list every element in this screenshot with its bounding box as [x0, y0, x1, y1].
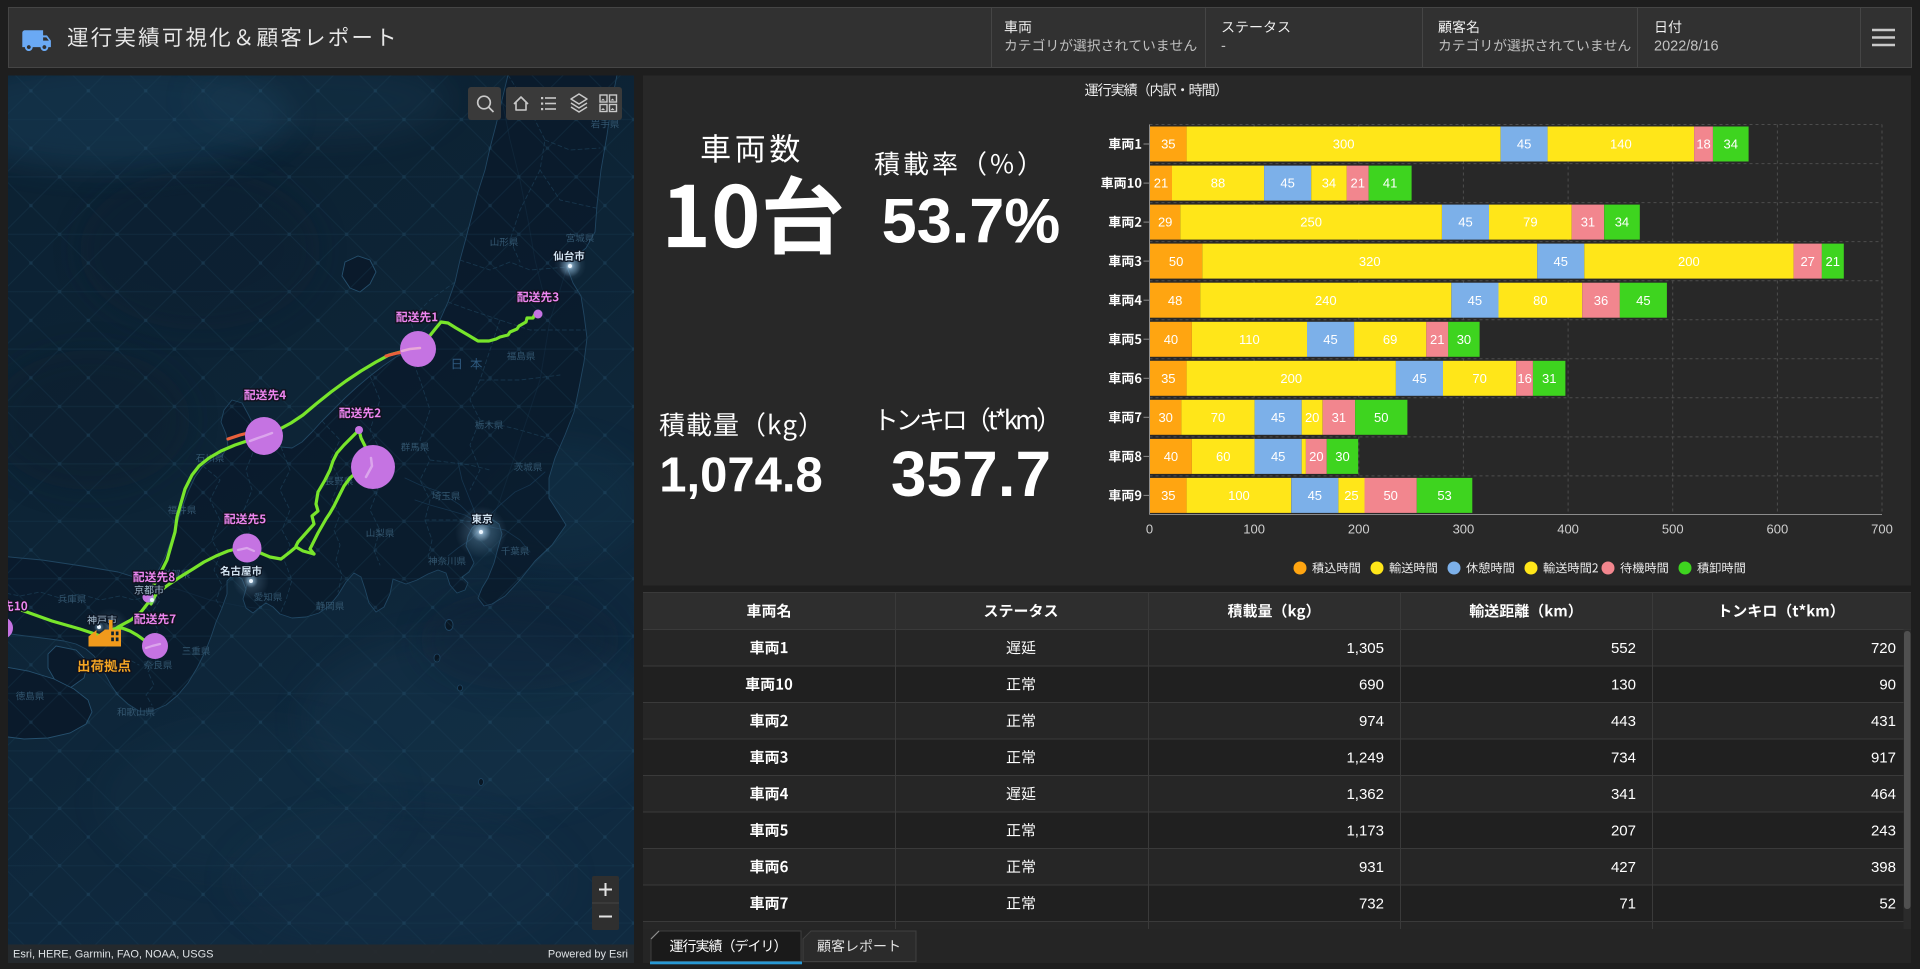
svg-text:240: 240 [1315, 293, 1337, 308]
svg-text:40: 40 [1164, 332, 1178, 347]
svg-text:100: 100 [1228, 488, 1250, 503]
svg-text:931: 931 [1359, 859, 1384, 876]
svg-text:20: 20 [1309, 449, 1323, 464]
svg-text:21: 21 [1154, 176, 1168, 191]
svg-text:69: 69 [1383, 332, 1397, 347]
svg-text:45: 45 [1271, 410, 1285, 425]
svg-text:30: 30 [1158, 410, 1172, 425]
svg-text:70: 70 [1211, 410, 1225, 425]
svg-text:27: 27 [1800, 254, 1814, 269]
svg-text:200: 200 [1280, 371, 1302, 386]
svg-text:207: 207 [1611, 823, 1636, 840]
svg-text:45: 45 [1468, 293, 1482, 308]
svg-text:0: 0 [1146, 522, 1153, 537]
svg-text:21: 21 [1826, 254, 1840, 269]
svg-text:398: 398 [1871, 859, 1896, 876]
svg-text:2022/8/16: 2022/8/16 [1654, 39, 1719, 55]
svg-text:48: 48 [1168, 293, 1182, 308]
svg-text:36: 36 [1594, 293, 1608, 308]
svg-text:50: 50 [1383, 488, 1397, 503]
svg-text:35: 35 [1161, 488, 1175, 503]
svg-text:31: 31 [1542, 371, 1556, 386]
svg-text:45: 45 [1280, 176, 1294, 191]
svg-text:250: 250 [1300, 215, 1322, 230]
svg-text:1,074.8: 1,074.8 [659, 449, 823, 503]
svg-text:1,305: 1,305 [1346, 640, 1384, 657]
svg-text:30: 30 [1457, 332, 1471, 347]
svg-text:60: 60 [1216, 449, 1230, 464]
svg-text:16: 16 [1517, 371, 1531, 386]
svg-text:690: 690 [1359, 677, 1384, 694]
svg-text:53: 53 [1437, 488, 1451, 503]
svg-text:974: 974 [1359, 713, 1384, 730]
svg-text:-: - [1221, 39, 1226, 55]
svg-text:243: 243 [1871, 823, 1896, 840]
svg-text:732: 732 [1359, 896, 1384, 913]
svg-text:200: 200 [1678, 254, 1700, 269]
svg-text:Powered by Esri: Powered by Esri [548, 949, 628, 961]
svg-text:400: 400 [1557, 522, 1579, 537]
svg-text:34: 34 [1322, 176, 1336, 191]
svg-text:79: 79 [1523, 215, 1537, 230]
svg-text:50: 50 [1169, 254, 1183, 269]
svg-text:130: 130 [1611, 677, 1636, 694]
svg-text:341: 341 [1611, 786, 1636, 803]
svg-text:500: 500 [1662, 522, 1684, 537]
svg-text:45: 45 [1458, 215, 1472, 230]
svg-text:431: 431 [1871, 713, 1896, 730]
svg-text:300: 300 [1453, 522, 1475, 537]
svg-text:734: 734 [1611, 750, 1636, 767]
svg-text:720: 720 [1871, 640, 1896, 657]
svg-text:200: 200 [1348, 522, 1370, 537]
svg-text:20: 20 [1305, 410, 1319, 425]
svg-text:21: 21 [1350, 176, 1364, 191]
svg-text:100: 100 [1243, 522, 1265, 537]
svg-text:45: 45 [1271, 449, 1285, 464]
svg-text:1,249: 1,249 [1346, 750, 1384, 767]
svg-text:45: 45 [1323, 332, 1337, 347]
svg-text:34: 34 [1724, 137, 1738, 152]
svg-text:25: 25 [1344, 488, 1358, 503]
svg-text:52: 52 [1879, 896, 1896, 913]
svg-text:552: 552 [1611, 640, 1636, 657]
svg-text:443: 443 [1611, 713, 1636, 730]
svg-text:53.7%: 53.7% [882, 187, 1061, 257]
svg-text:917: 917 [1871, 750, 1896, 767]
svg-text:1,173: 1,173 [1346, 823, 1384, 840]
svg-text:110: 110 [1239, 332, 1260, 347]
svg-text:45: 45 [1412, 371, 1426, 386]
svg-text:71: 71 [1619, 896, 1636, 913]
svg-text:464: 464 [1871, 786, 1896, 803]
svg-text:300: 300 [1333, 137, 1355, 152]
svg-text:427: 427 [1611, 859, 1636, 876]
svg-text:600: 600 [1767, 522, 1789, 537]
svg-text:34: 34 [1615, 215, 1629, 230]
svg-text:700: 700 [1871, 522, 1893, 537]
svg-text:45: 45 [1308, 488, 1322, 503]
svg-text:1,362: 1,362 [1346, 786, 1384, 803]
svg-text:357.7: 357.7 [891, 438, 1051, 510]
svg-text:29: 29 [1158, 215, 1172, 230]
svg-text:18: 18 [1696, 137, 1710, 152]
svg-text:40: 40 [1164, 449, 1178, 464]
svg-text:88: 88 [1211, 176, 1225, 191]
svg-text:50: 50 [1374, 410, 1388, 425]
svg-text:320: 320 [1359, 254, 1381, 269]
svg-text:31: 31 [1581, 215, 1595, 230]
svg-text:70: 70 [1472, 371, 1486, 386]
svg-text:45: 45 [1517, 137, 1531, 152]
svg-text:80: 80 [1533, 293, 1547, 308]
svg-text:Esri, HERE, Garmin, FAO, NOAA,: Esri, HERE, Garmin, FAO, NOAA, USGS [13, 949, 213, 961]
svg-text:30: 30 [1335, 449, 1349, 464]
svg-text:31: 31 [1332, 410, 1346, 425]
svg-text:35: 35 [1161, 137, 1175, 152]
svg-text:35: 35 [1161, 371, 1175, 386]
svg-text:90: 90 [1879, 677, 1896, 694]
svg-text:45: 45 [1636, 293, 1650, 308]
svg-text:140: 140 [1610, 137, 1632, 152]
svg-text:21: 21 [1430, 332, 1444, 347]
svg-text:45: 45 [1553, 254, 1567, 269]
svg-text:41: 41 [1383, 176, 1397, 191]
